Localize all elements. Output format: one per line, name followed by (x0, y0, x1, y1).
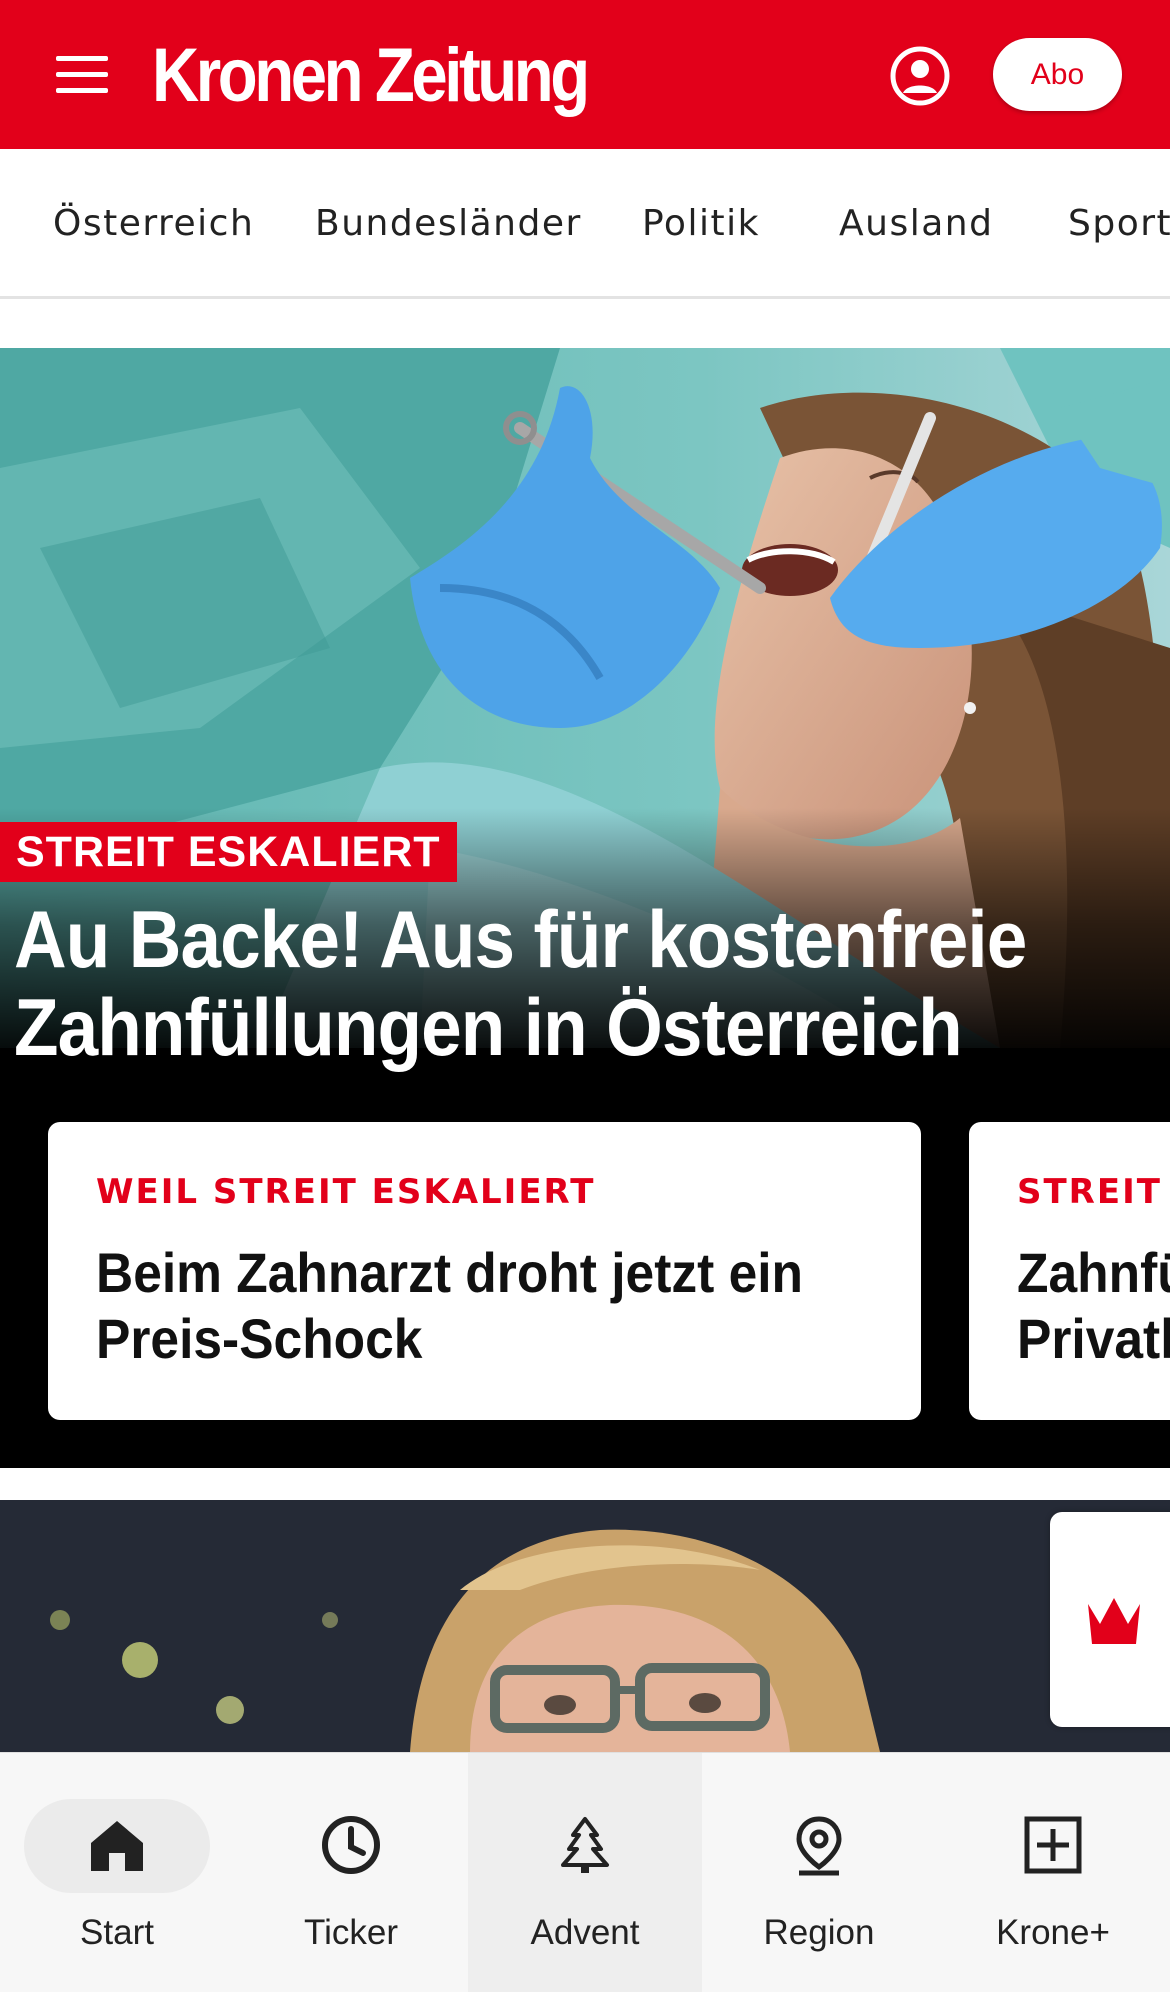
related-article-title: Zahnfü Privatl (1017, 1240, 1170, 1372)
related-article-kicker: STREIT U (1017, 1172, 1170, 1212)
hero-headline-line-1: Au Backe! Aus für kostenfreie (14, 895, 1027, 985)
hero-headline-line-2: Zahnfüllungen in Österreich (14, 983, 963, 1073)
related-article-kicker: WEIL STREIT ESKALIERT (96, 1172, 596, 1212)
second-article-image (0, 1500, 1170, 1752)
bottom-nav-label: Region (763, 1913, 875, 1952)
bottom-nav-region[interactable]: Region (702, 1753, 936, 1992)
related-article-title-line-1: Beim Zahnarzt droht jetzt ein (96, 1241, 804, 1304)
category-tab-oesterreich[interactable]: Österreich (53, 203, 254, 244)
hero-article[interactable]: STREIT ESKALIERT Au Backe! Aus für koste… (0, 348, 1170, 1468)
bottom-nav-label: Advent (530, 1913, 640, 1952)
bottom-nav-ticker[interactable]: Ticker (234, 1753, 468, 1992)
site-logo[interactable]: Kronen Zeitung (152, 36, 590, 116)
krone-plus-side-tab[interactable] (1050, 1512, 1170, 1727)
top-header: Kronen Zeitung Abo (0, 0, 1170, 149)
second-article-teaser[interactable] (0, 1500, 1170, 1752)
plus-box-icon (1024, 1816, 1082, 1874)
category-tab-ausland[interactable]: Ausland (839, 203, 993, 244)
category-tab-bundeslaender[interactable]: Bundesländer (315, 203, 582, 244)
abo-button[interactable]: Abo (993, 38, 1122, 111)
related-article-title-line-2: Privatl (1017, 1307, 1170, 1370)
hamburger-menu-icon[interactable] (52, 52, 112, 96)
location-pin-icon (796, 1816, 842, 1876)
related-article-card-2[interactable]: STREIT U Zahnfü Privatl (969, 1122, 1170, 1420)
hero-headline[interactable]: Au Backe! Aus für kostenfreie Zahnfüllun… (14, 896, 1040, 1072)
related-article-card[interactable]: WEIL STREIT ESKALIERT Beim Zahnarzt droh… (48, 1122, 921, 1420)
clock-icon (322, 1816, 380, 1874)
bottom-nav-advent[interactable]: Advent (468, 1753, 702, 1992)
related-article-title: Beim Zahnarzt droht jetzt ein Preis-Scho… (96, 1240, 803, 1372)
bottom-navigation: Start Ticker Advent Region Krone+ (0, 1752, 1170, 1992)
category-nav: Österreich Bundesländer Politik Ausland … (0, 149, 1170, 299)
crown-icon (1088, 1598, 1140, 1644)
bottom-nav-krone-plus[interactable]: Krone+ (936, 1753, 1170, 1992)
home-icon (91, 1821, 143, 1871)
user-account-icon[interactable] (889, 45, 951, 107)
bottom-nav-label: Start (80, 1913, 154, 1952)
category-tab-politik[interactable]: Politik (642, 203, 760, 244)
bottom-nav-label: Krone+ (996, 1913, 1110, 1952)
category-tab-sport[interactable]: Sport (1068, 203, 1170, 244)
related-article-title-line-2: Preis-Schock (96, 1307, 423, 1370)
bottom-nav-label: Ticker (304, 1913, 398, 1952)
tree-icon (561, 1817, 609, 1873)
related-article-title-line-1: Zahnfü (1017, 1241, 1170, 1304)
hero-kicker: STREIT ESKALIERT (0, 822, 457, 882)
bottom-nav-start[interactable]: Start (0, 1753, 234, 1992)
